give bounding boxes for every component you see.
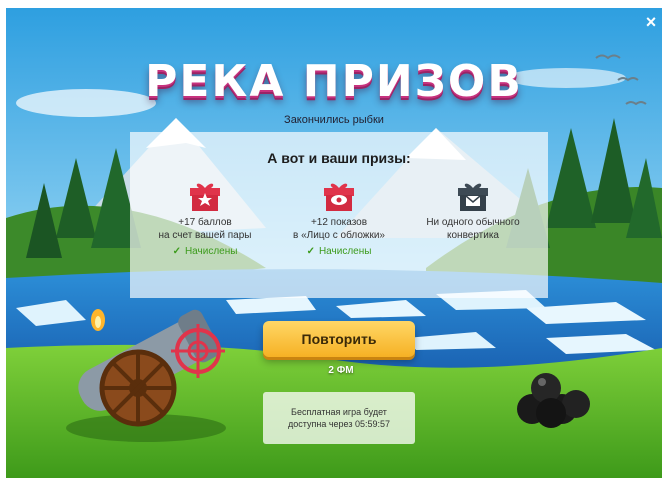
- retry-button[interactable]: Повторить: [263, 321, 415, 357]
- check-icon: ✓: [172, 246, 181, 257]
- gift-envelope-icon: [456, 180, 490, 212]
- free-game-line1: Бесплатная игра будет: [291, 407, 387, 417]
- prize-item: Ни одного обычного конвертика: [408, 180, 538, 242]
- prize-item: +12 показов в «Лицо с обложки» ✓ Начислены: [274, 180, 404, 257]
- prize-status: ✓ Начислены: [306, 246, 372, 257]
- prize-status: ✓ Начислены: [172, 246, 238, 257]
- game-title: РЕКА ПРИЗОВ: [145, 56, 523, 107]
- subtitle: Закончились рыбки: [284, 114, 384, 126]
- check-icon: ✓: [306, 246, 315, 257]
- prizes-heading: А вот и ваши призы:: [267, 150, 411, 166]
- gift-eye-icon: [322, 180, 356, 212]
- prizes-panel: А вот и ваши призы: +17 баллов на счет ва…: [130, 132, 548, 298]
- free-game-line2: доступна через 05:59:57: [288, 419, 390, 429]
- prize-line1: +17 баллов: [178, 217, 232, 228]
- prize-line2: конвертика: [447, 230, 499, 241]
- close-button[interactable]: ×: [642, 13, 660, 31]
- cost-label: 2 ФМ: [328, 365, 354, 376]
- prize-line1: Ни одного обычного: [426, 217, 520, 228]
- prize-line1: +12 показов: [310, 217, 368, 228]
- prize-line2: в «Лицо с обложки»: [293, 230, 385, 241]
- free-game-timer: Бесплатная игра будет доступна через 05:…: [263, 392, 415, 444]
- prize-item: +17 баллов на счет вашей пары ✓ Начислены: [140, 180, 270, 257]
- gift-star-icon: [188, 180, 222, 212]
- game-window: × РЕКА ПРИЗОВ Закончились рыбки А вот и …: [6, 8, 662, 478]
- prize-line2: на счет вашей пары: [158, 230, 252, 241]
